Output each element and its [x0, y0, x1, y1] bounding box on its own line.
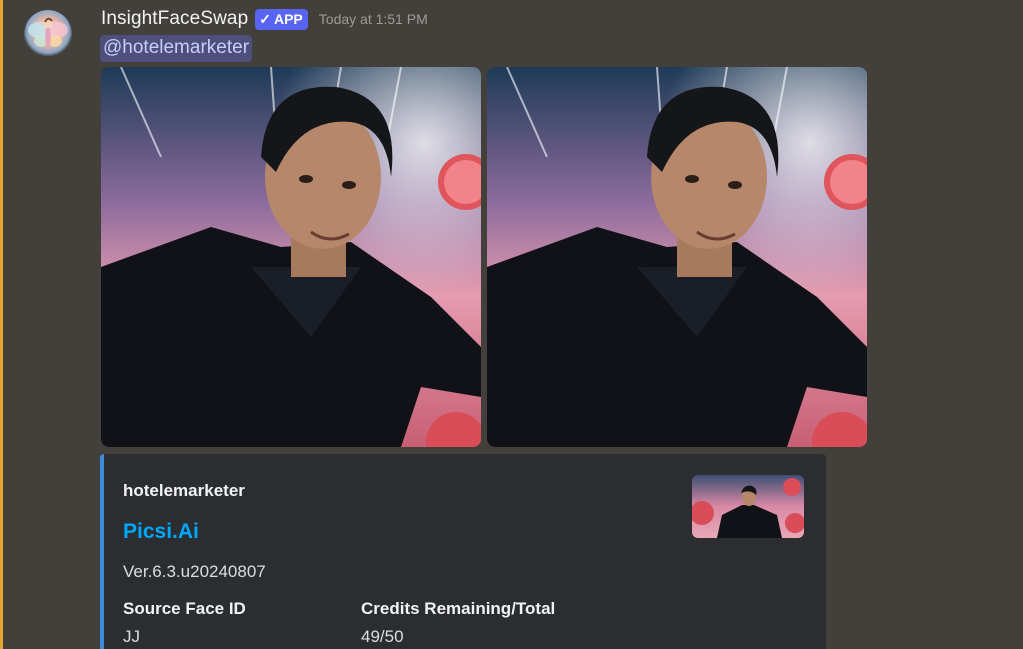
field-value-credits: 49/50: [361, 627, 404, 646]
message-timestamp[interactable]: Today at 1:51 PM: [319, 11, 428, 27]
app-badge: ✓ APP: [255, 8, 308, 30]
fairy-avatar-icon: [28, 17, 68, 47]
thumbnail-image: [692, 475, 804, 538]
verified-check-icon: ✓: [259, 10, 271, 27]
bot-avatar[interactable]: [24, 10, 72, 58]
image-attachment-1[interactable]: [101, 67, 481, 447]
embed-description: Ver.6.3.u20240807: [123, 562, 266, 581]
field-value-source-face-id: JJ: [123, 627, 140, 646]
field-name-credits: Credits Remaining/Total: [361, 599, 556, 618]
portrait-image: [101, 67, 481, 447]
message-header: InsightFaceSwap ✓ APP Today at 1:51 PM: [101, 6, 428, 32]
embed-thumbnail[interactable]: [692, 475, 804, 538]
highlight-accent-bar: [0, 0, 3, 649]
image-attachment-2[interactable]: [487, 67, 867, 447]
app-badge-label: APP: [273, 11, 303, 27]
chat-message-area: InsightFaceSwap ✓ APP Today at 1:51 PM @…: [0, 0, 1023, 649]
bot-username[interactable]: InsightFaceSwap: [101, 8, 248, 30]
bot-embed: hotelemarketer Picsi.Ai Ver.6.3.u2024080…: [100, 454, 826, 649]
portrait-image: [487, 67, 867, 447]
embed-author: hotelemarketer: [123, 481, 245, 500]
field-name-source-face-id: Source Face ID: [123, 599, 246, 618]
embed-title-link[interactable]: Picsi.Ai: [123, 520, 199, 544]
user-mention[interactable]: @hotelemarketer: [100, 35, 253, 62]
